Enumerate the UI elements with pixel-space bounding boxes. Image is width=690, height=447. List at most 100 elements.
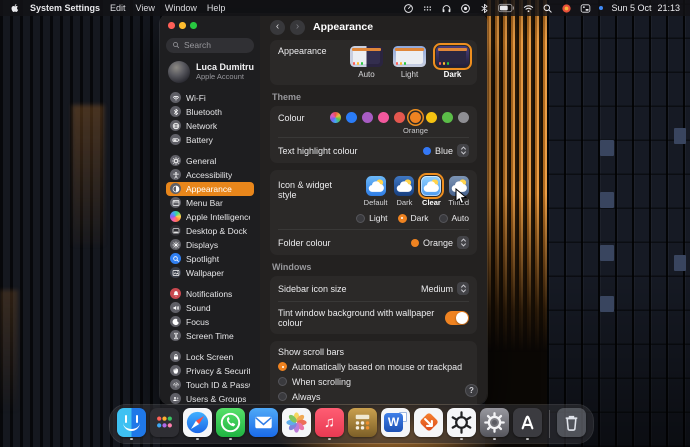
colour-swatch-blue[interactable] bbox=[346, 112, 357, 123]
folder-colour-select[interactable]: Orange bbox=[411, 236, 469, 249]
sidebar-item-sound[interactable]: Sound bbox=[166, 301, 254, 315]
screen-record-icon[interactable] bbox=[460, 3, 471, 14]
colour-swatch-green[interactable] bbox=[442, 112, 453, 123]
radio-option-always[interactable]: Always bbox=[278, 389, 469, 404]
menu-help[interactable]: Help bbox=[207, 3, 226, 13]
acrobat-icon bbox=[513, 408, 542, 437]
notification-dot[interactable] bbox=[599, 6, 603, 10]
dock-mail[interactable] bbox=[249, 408, 278, 441]
icon-style-option-clear[interactable]: Clear bbox=[421, 176, 441, 207]
users-icon bbox=[170, 393, 181, 404]
radio-option-automatically-based-on-mouse-or-trackpad[interactable]: Automatically based on mouse or trackpad bbox=[278, 359, 469, 374]
sidebar-item-displays[interactable]: Displays bbox=[166, 238, 254, 252]
dock-safari[interactable] bbox=[183, 408, 212, 441]
dial-icon[interactable] bbox=[403, 3, 414, 14]
sidebar-item-apple-intelligence-siri[interactable]: Apple Intelligence & Siri bbox=[166, 210, 254, 224]
menu-window[interactable]: Window bbox=[165, 3, 197, 13]
menu-edit[interactable]: Edit bbox=[110, 3, 126, 13]
dock-screen-share[interactable] bbox=[414, 408, 443, 441]
bluetooth-icon[interactable] bbox=[479, 3, 490, 14]
sidebar-item-menu-bar[interactable]: Menu Bar bbox=[166, 196, 254, 210]
sidebar-icon-size-select[interactable]: Medium bbox=[421, 282, 469, 295]
colour-swatch-yellow[interactable] bbox=[426, 112, 437, 123]
appearance-option-light[interactable]: Light bbox=[393, 46, 426, 79]
text-highlight-select[interactable]: Blue bbox=[423, 144, 469, 157]
icon-style-option-dark[interactable]: Dark bbox=[394, 176, 414, 207]
icon-style-option-default[interactable]: Default bbox=[364, 176, 388, 207]
sidebar-item-accessibility[interactable]: Accessibility bbox=[166, 168, 254, 182]
sidebar-item-appearance[interactable]: Appearance bbox=[166, 182, 254, 196]
colour-swatch-purple[interactable] bbox=[362, 112, 373, 123]
sidebar-item-focus[interactable]: Focus bbox=[166, 315, 254, 329]
menu-view[interactable]: View bbox=[136, 3, 155, 13]
sidebar-item-desktop-dock[interactable]: Desktop & Dock bbox=[166, 224, 254, 238]
mode-radio-light[interactable]: Light bbox=[356, 213, 387, 223]
sidebar-item-lock-screen[interactable]: Lock Screen bbox=[166, 350, 254, 364]
dock-trash[interactable] bbox=[557, 408, 586, 441]
dock-separator bbox=[549, 410, 550, 438]
dock-acrobat[interactable] bbox=[513, 408, 542, 441]
radio-option-label: When scrolling bbox=[292, 377, 351, 387]
menu-app-name[interactable]: System Settings bbox=[30, 3, 100, 13]
dock-calculator[interactable] bbox=[348, 408, 377, 441]
back-button[interactable]: ‹ bbox=[270, 20, 285, 35]
sidebar-item-bluetooth[interactable]: Bluetooth bbox=[166, 105, 254, 119]
wifi-icon[interactable] bbox=[523, 3, 534, 14]
menu-bar-clock[interactable]: Sun 5 Oct 21:13 bbox=[611, 3, 680, 13]
app-badge-icon[interactable] bbox=[561, 3, 572, 14]
sidebar-item-wallpaper[interactable]: Wallpaper bbox=[166, 266, 254, 280]
dock-launchpad[interactable] bbox=[150, 408, 179, 441]
running-indicator bbox=[493, 438, 496, 441]
sidebar-item-network[interactable]: Network bbox=[166, 119, 254, 133]
apple-menu-icon[interactable] bbox=[10, 3, 20, 13]
dock-chatgpt[interactable] bbox=[447, 408, 476, 441]
mode-radio-auto[interactable]: Auto bbox=[439, 213, 470, 223]
colour-swatch-pink[interactable] bbox=[378, 112, 389, 123]
radio-option-when-scrolling[interactable]: When scrolling bbox=[278, 374, 469, 389]
control-center-icon[interactable] bbox=[580, 3, 591, 14]
sidebar-item-general[interactable]: General bbox=[166, 154, 254, 168]
appearance-option-label: Auto bbox=[358, 70, 374, 79]
dock-word[interactable]: W bbox=[381, 408, 410, 441]
battery-icon[interactable] bbox=[498, 3, 515, 13]
sidebar-item-notifications[interactable]: Notifications bbox=[166, 287, 254, 301]
dock-photos[interactable] bbox=[282, 408, 311, 441]
sidebar-groups: Wi-FiBluetoothNetworkBattery GeneralAcces… bbox=[166, 91, 254, 405]
minimize-button[interactable] bbox=[179, 22, 186, 29]
mode-radio-dark[interactable]: Dark bbox=[398, 213, 429, 223]
sidebar-item-label: Focus bbox=[186, 317, 209, 327]
headphones-icon[interactable] bbox=[441, 3, 452, 14]
running-indicator bbox=[130, 438, 133, 441]
scroll-bars-options: Automatically based on mouse or trackpad… bbox=[278, 359, 469, 404]
sidebar-item-touch-id-password[interactable]: Touch ID & Password bbox=[166, 378, 254, 392]
appearance-option-auto[interactable]: Auto bbox=[350, 46, 383, 79]
forward-button[interactable]: › bbox=[290, 20, 305, 35]
help-button[interactable]: ? bbox=[465, 384, 478, 397]
sidebar-item-wi-fi[interactable]: Wi-Fi bbox=[166, 91, 254, 105]
sidebar-item-privacy-security[interactable]: Privacy & Security bbox=[166, 364, 254, 378]
radio-icon bbox=[278, 362, 287, 371]
zoom-button[interactable] bbox=[190, 22, 197, 29]
search-input[interactable]: Search bbox=[166, 38, 254, 53]
dock-music[interactable]: ♫ bbox=[315, 408, 344, 441]
appearance-option-dark[interactable]: Dark bbox=[436, 46, 469, 79]
colour-swatch-red[interactable] bbox=[394, 112, 405, 123]
close-button[interactable] bbox=[168, 22, 175, 29]
keygrid-icon[interactable] bbox=[422, 3, 433, 14]
mode-radio-label: Auto bbox=[452, 213, 470, 223]
colour-swatch-orange[interactable]: Orange bbox=[410, 112, 421, 123]
search-icon[interactable] bbox=[542, 3, 553, 14]
settings-icon bbox=[480, 408, 509, 437]
tint-window-toggle[interactable] bbox=[445, 311, 469, 325]
sidebar-item-spotlight[interactable]: Spotlight bbox=[166, 252, 254, 266]
radio-icon bbox=[278, 377, 287, 386]
colour-swatch-multicolour[interactable] bbox=[330, 112, 341, 123]
sidebar-item-screen-time[interactable]: Screen Time bbox=[166, 329, 254, 343]
colour-swatch-graphite[interactable] bbox=[458, 112, 469, 123]
dock-whatsapp[interactable] bbox=[216, 408, 245, 441]
sidebar-item-users-groups[interactable]: Users & Groups bbox=[166, 392, 254, 405]
profile-row[interactable]: Luca Dumitru Apple Account bbox=[166, 61, 254, 83]
sidebar-item-battery[interactable]: Battery bbox=[166, 133, 254, 147]
dock-settings[interactable] bbox=[480, 408, 509, 441]
dock-finder[interactable] bbox=[117, 408, 146, 441]
